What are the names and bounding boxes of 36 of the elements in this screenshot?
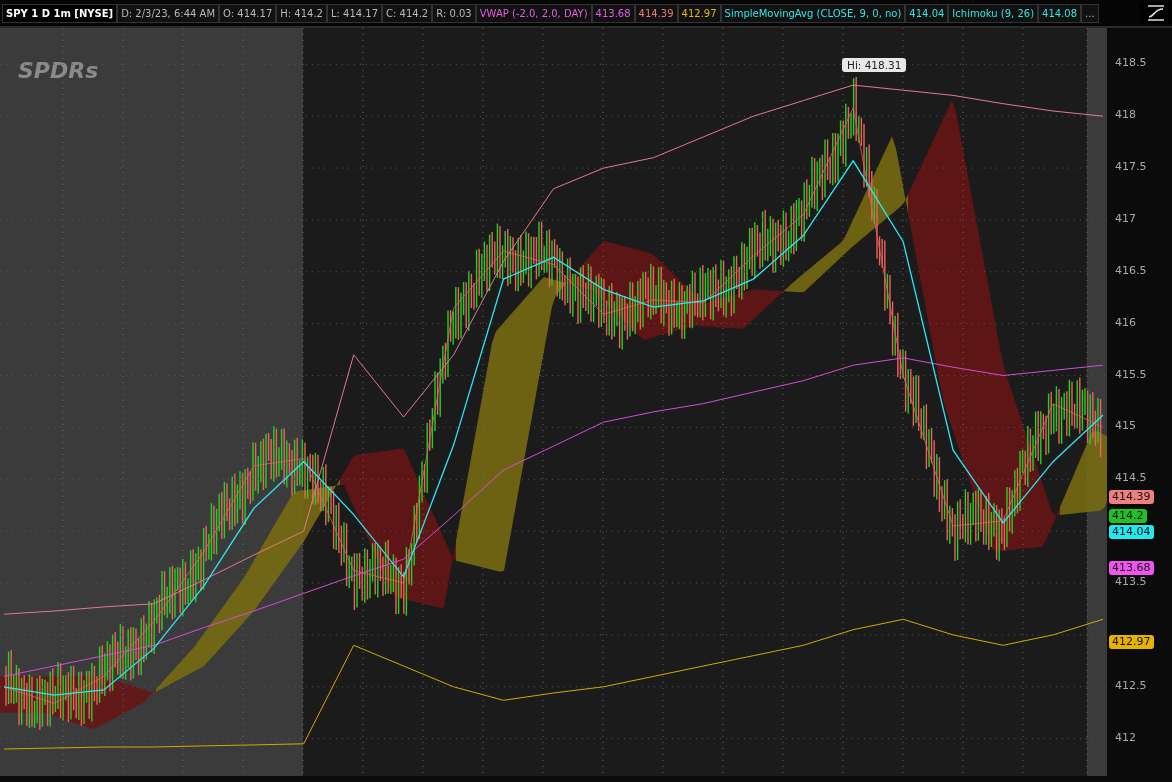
price-axis-label: 412 <box>1115 730 1136 744</box>
symbol-label[interactable]: SPY 1 D 1m [NYSE] <box>2 3 118 23</box>
price-axis-label: 415.5 <box>1115 367 1147 381</box>
study-value-label: 414.04 <box>905 3 949 23</box>
symbol-logo: SPDRs <box>18 58 99 83</box>
study-value-label: H: 414.2 <box>276 3 327 23</box>
study-value-label: O: 414.17 <box>219 3 277 23</box>
study-value-label: Ichimoku (9, 26) <box>948 3 1039 23</box>
study-value-label: R: 0.03 <box>432 3 476 23</box>
study-value-label: ... <box>1081 3 1099 23</box>
price-axis-label: 418 <box>1115 108 1136 122</box>
high-price-label: Hi: 418.31 <box>842 58 907 72</box>
price-axis-label: 416.5 <box>1115 263 1147 277</box>
price-axis-label: 416 <box>1115 315 1136 329</box>
study-value-label: 414.08 <box>1038 3 1082 23</box>
chart-style-icon[interactable] <box>1140 2 1172 24</box>
price-axis-label: 413.5 <box>1115 575 1147 589</box>
study-value-label: C: 414.2 <box>382 3 433 23</box>
study-value-label: 412.97 <box>677 3 721 23</box>
price-axis-label: 412.5 <box>1115 678 1147 692</box>
price-badge: 412.97 <box>1109 635 1154 649</box>
price-badge: 414.39 <box>1109 490 1154 504</box>
price-axis-label: 414.5 <box>1115 471 1147 485</box>
study-value-label: SimpleMovingAvg (CLOSE, 9, 0, no) <box>720 3 906 23</box>
study-value-label: D: 2/3/23, 6:44 AM <box>117 3 220 23</box>
study-value-label: 413.68 <box>591 3 635 23</box>
price-axis-label: 415 <box>1115 419 1136 433</box>
price-axis-label: 418.5 <box>1115 56 1147 70</box>
study-value-label: VWAP (-2.0, 2.0, DAY) <box>475 3 592 23</box>
study-value-label: L: 414.17 <box>326 3 383 23</box>
price-badge: 414.2 <box>1109 509 1147 523</box>
price-badge: 413.68 <box>1109 561 1154 575</box>
study-value-label: 414.39 <box>634 3 678 23</box>
price-axis-label: 417 <box>1115 211 1136 225</box>
price-badge: 414.04 <box>1109 525 1154 539</box>
price-axis-label: 417.5 <box>1115 160 1147 174</box>
